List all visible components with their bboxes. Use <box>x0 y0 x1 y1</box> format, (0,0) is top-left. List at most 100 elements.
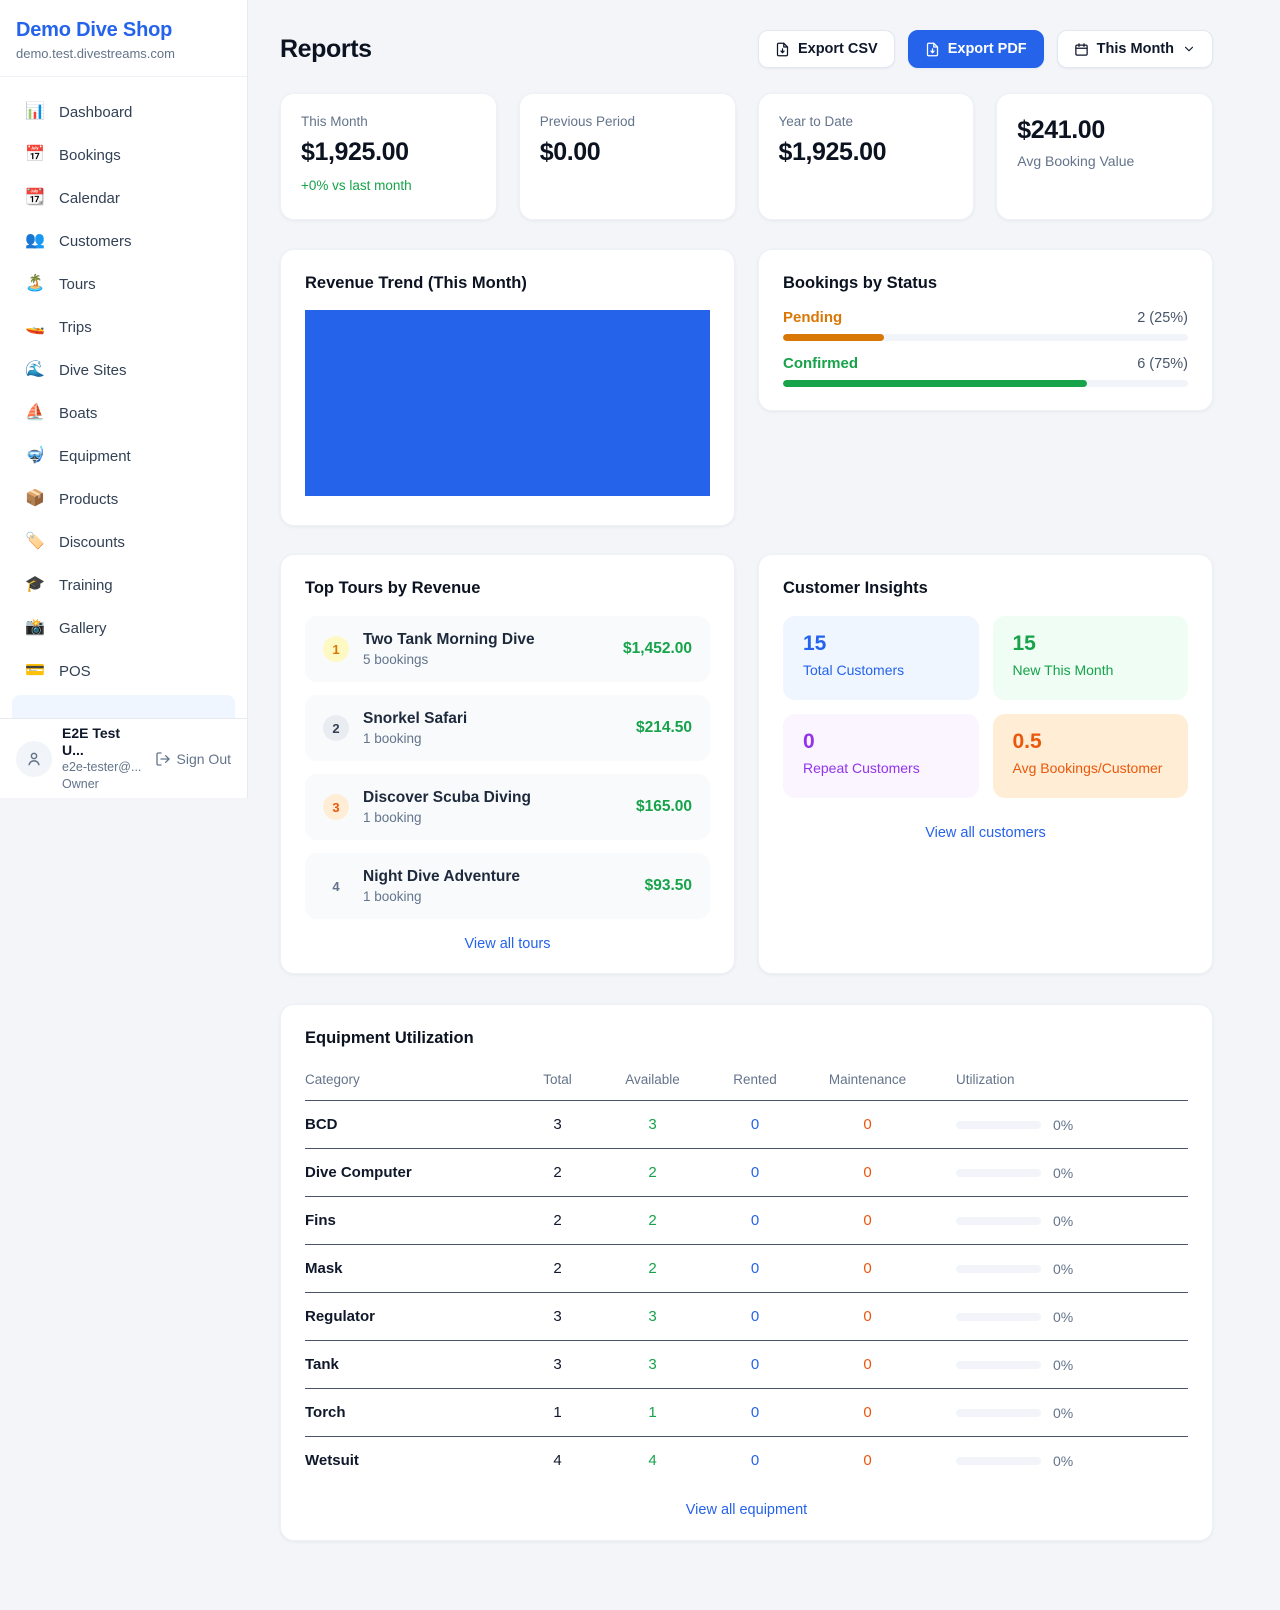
utilization-bar <box>956 1409 1041 1417</box>
column-header-utilization: Utilization <box>930 1062 1188 1101</box>
status-label: Pending <box>783 309 842 326</box>
equipment-table-header: Category Total Available Rented Maintena… <box>305 1062 1188 1101</box>
sidebar-item-label: Dashboard <box>59 104 132 121</box>
status-label: Confirmed <box>783 355 858 372</box>
sign-out-button[interactable]: Sign Out <box>155 751 231 767</box>
calendar-date-icon: 📅 <box>24 147 46 163</box>
shop-title[interactable]: Demo Dive Shop <box>16 19 231 42</box>
view-all-customers-link[interactable]: View all customers <box>783 825 1188 841</box>
sidebar-item-boats[interactable]: ⛵Boats <box>12 394 235 432</box>
sidebar-item-dive-sites[interactable]: 🌊Dive Sites <box>12 351 235 389</box>
equipment-table: Category Total Available Rented Maintena… <box>305 1062 1188 1484</box>
tour-row[interactable]: 1 Two Tank Morning Dive5 bookings $1,452… <box>305 616 710 682</box>
utilization-percent: 0% <box>1053 1213 1073 1229</box>
sidebar-item-products[interactable]: 📦 Products <box>12 480 235 518</box>
sidebar-item-pos[interactable]: 💳POS <box>12 652 235 690</box>
insight-label: New This Month <box>1013 662 1169 678</box>
sidebar-item-active-partial[interactable] <box>12 695 235 718</box>
tour-bookings: 5 bookings <box>363 652 535 667</box>
tour-row[interactable]: 4 Night Dive Adventure1 booking $93.50 <box>305 853 710 919</box>
user-info: E2E Test U... e2e-tester@... Owner <box>62 725 145 793</box>
equipment-maintenance: 0 <box>805 1245 930 1293</box>
sidebar-item-discounts[interactable]: 🏷️Discounts <box>12 523 235 561</box>
equipment-category: Dive Computer <box>305 1149 515 1197</box>
sidebar-item-label: Customers <box>59 233 132 250</box>
equipment-available: 2 <box>600 1197 705 1245</box>
stat-label: Avg Booking Value <box>1017 153 1192 169</box>
insight-tile-repeat-customers: 0 Repeat Customers <box>783 714 979 798</box>
stat-label: Year to Date <box>779 114 954 129</box>
stat-card-previous-period: Previous Period $0.00 <box>519 93 736 220</box>
equipment-category: Tank <box>305 1341 515 1389</box>
credit-card-icon: 💳 <box>24 663 46 679</box>
stat-value: $0.00 <box>540 138 715 167</box>
sidebar-item-gallery[interactable]: 📸Gallery <box>12 609 235 647</box>
stat-delta: +0% vs last month <box>301 178 476 193</box>
wave-icon: 🌊 <box>24 362 46 378</box>
bookings-by-status-title: Bookings by Status <box>783 274 1188 293</box>
sidebar-item-trips[interactable]: 🚤Trips <box>12 308 235 346</box>
equipment-maintenance: 0 <box>805 1149 930 1197</box>
utilization-bar <box>956 1361 1041 1369</box>
equipment-rented: 0 <box>705 1149 805 1197</box>
sidebar-item-tours[interactable]: 🏝️Tours <box>12 265 235 303</box>
view-all-tours-link[interactable]: View all tours <box>305 936 710 952</box>
tour-name: Two Tank Morning Dive <box>363 631 535 649</box>
equipment-available: 4 <box>600 1437 705 1485</box>
insight-value: 0.5 <box>1013 730 1169 754</box>
status-value: 2 (25%) <box>1137 310 1188 326</box>
insight-label: Avg Bookings/Customer <box>1013 760 1169 776</box>
equipment-utilization-card: Equipment Utilization Category Total Ava… <box>280 1004 1213 1541</box>
export-csv-label: Export CSV <box>798 41 878 57</box>
sidebar-item-customers[interactable]: 👥Customers <box>12 222 235 260</box>
diving-mask-icon: 🤿 <box>24 448 46 464</box>
equipment-maintenance: 0 <box>805 1341 930 1389</box>
sidebar-item-equipment[interactable]: 🤿 Equipment <box>12 437 235 475</box>
period-dropdown[interactable]: This Month <box>1057 30 1213 68</box>
sidebar-item-training[interactable]: 🎓Training <box>12 566 235 604</box>
sidebar-item-bookings[interactable]: 📅Bookings <box>12 136 235 174</box>
export-pdf-button[interactable]: Export PDF <box>908 30 1044 68</box>
equipment-rented: 0 <box>705 1293 805 1341</box>
graduation-cap-icon: 🎓 <box>24 577 46 593</box>
user-avatar-icon <box>16 741 52 777</box>
equipment-total: 2 <box>515 1245 600 1293</box>
export-csv-button[interactable]: Export CSV <box>758 30 895 68</box>
table-row: Regulator 3 3 0 0 0% <box>305 1293 1188 1341</box>
column-header-available: Available <box>600 1062 705 1101</box>
sidebar-item-label: Discounts <box>59 534 125 551</box>
column-header-rented: Rented <box>705 1062 805 1101</box>
sidebar-user: E2E Test U... e2e-tester@... Owner Sign … <box>0 718 247 798</box>
utilization-bar <box>956 1121 1041 1129</box>
status-row-confirmed: Confirmed 6 (75%) <box>783 355 1188 387</box>
tour-bookings: 1 booking <box>363 810 531 825</box>
equipment-maintenance: 0 <box>805 1293 930 1341</box>
period-label: This Month <box>1097 41 1174 57</box>
view-all-equipment-link[interactable]: View all equipment <box>305 1502 1188 1518</box>
equipment-available: 3 <box>600 1293 705 1341</box>
equipment-rented: 0 <box>705 1101 805 1149</box>
top-tours-card: Top Tours by Revenue 1 Two Tank Morning … <box>280 554 735 974</box>
tour-bookings: 1 booking <box>363 889 520 904</box>
equipment-rented: 0 <box>705 1437 805 1485</box>
tour-revenue: $93.50 <box>645 877 692 895</box>
sidebar-item-calendar[interactable]: 📆Calendar <box>12 179 235 217</box>
main-content: Reports Export CSV Export PDF This Month… <box>248 0 1280 1581</box>
tour-row[interactable]: 3 Discover Scuba Diving1 booking $165.00 <box>305 774 710 840</box>
status-value: 6 (75%) <box>1137 356 1188 372</box>
tour-bookings: 1 booking <box>363 731 467 746</box>
tour-row[interactable]: 2 Snorkel Safari1 booking $214.50 <box>305 695 710 761</box>
utilization-percent: 0% <box>1053 1309 1073 1325</box>
equipment-category: Regulator <box>305 1293 515 1341</box>
package-icon: 📦 <box>24 491 46 507</box>
sailboat-icon: ⛵ <box>24 405 46 421</box>
page-header: Reports Export CSV Export PDF This Month <box>280 30 1213 68</box>
bookings-by-status-card: Bookings by Status Pending 2 (25%) Confi… <box>758 249 1213 411</box>
sidebar-item-label: Products <box>59 491 118 508</box>
sidebar-item-dashboard[interactable]: 📊Dashboard <box>12 93 235 131</box>
stat-card-avg-booking-value: $241.00 Avg Booking Value <box>996 93 1213 220</box>
insight-tile-avg-bookings: 0.5 Avg Bookings/Customer <box>993 714 1189 798</box>
sidebar-item-label: Equipment <box>59 448 131 465</box>
equipment-total: 3 <box>515 1293 600 1341</box>
lists-row: Top Tours by Revenue 1 Two Tank Morning … <box>280 554 1213 974</box>
